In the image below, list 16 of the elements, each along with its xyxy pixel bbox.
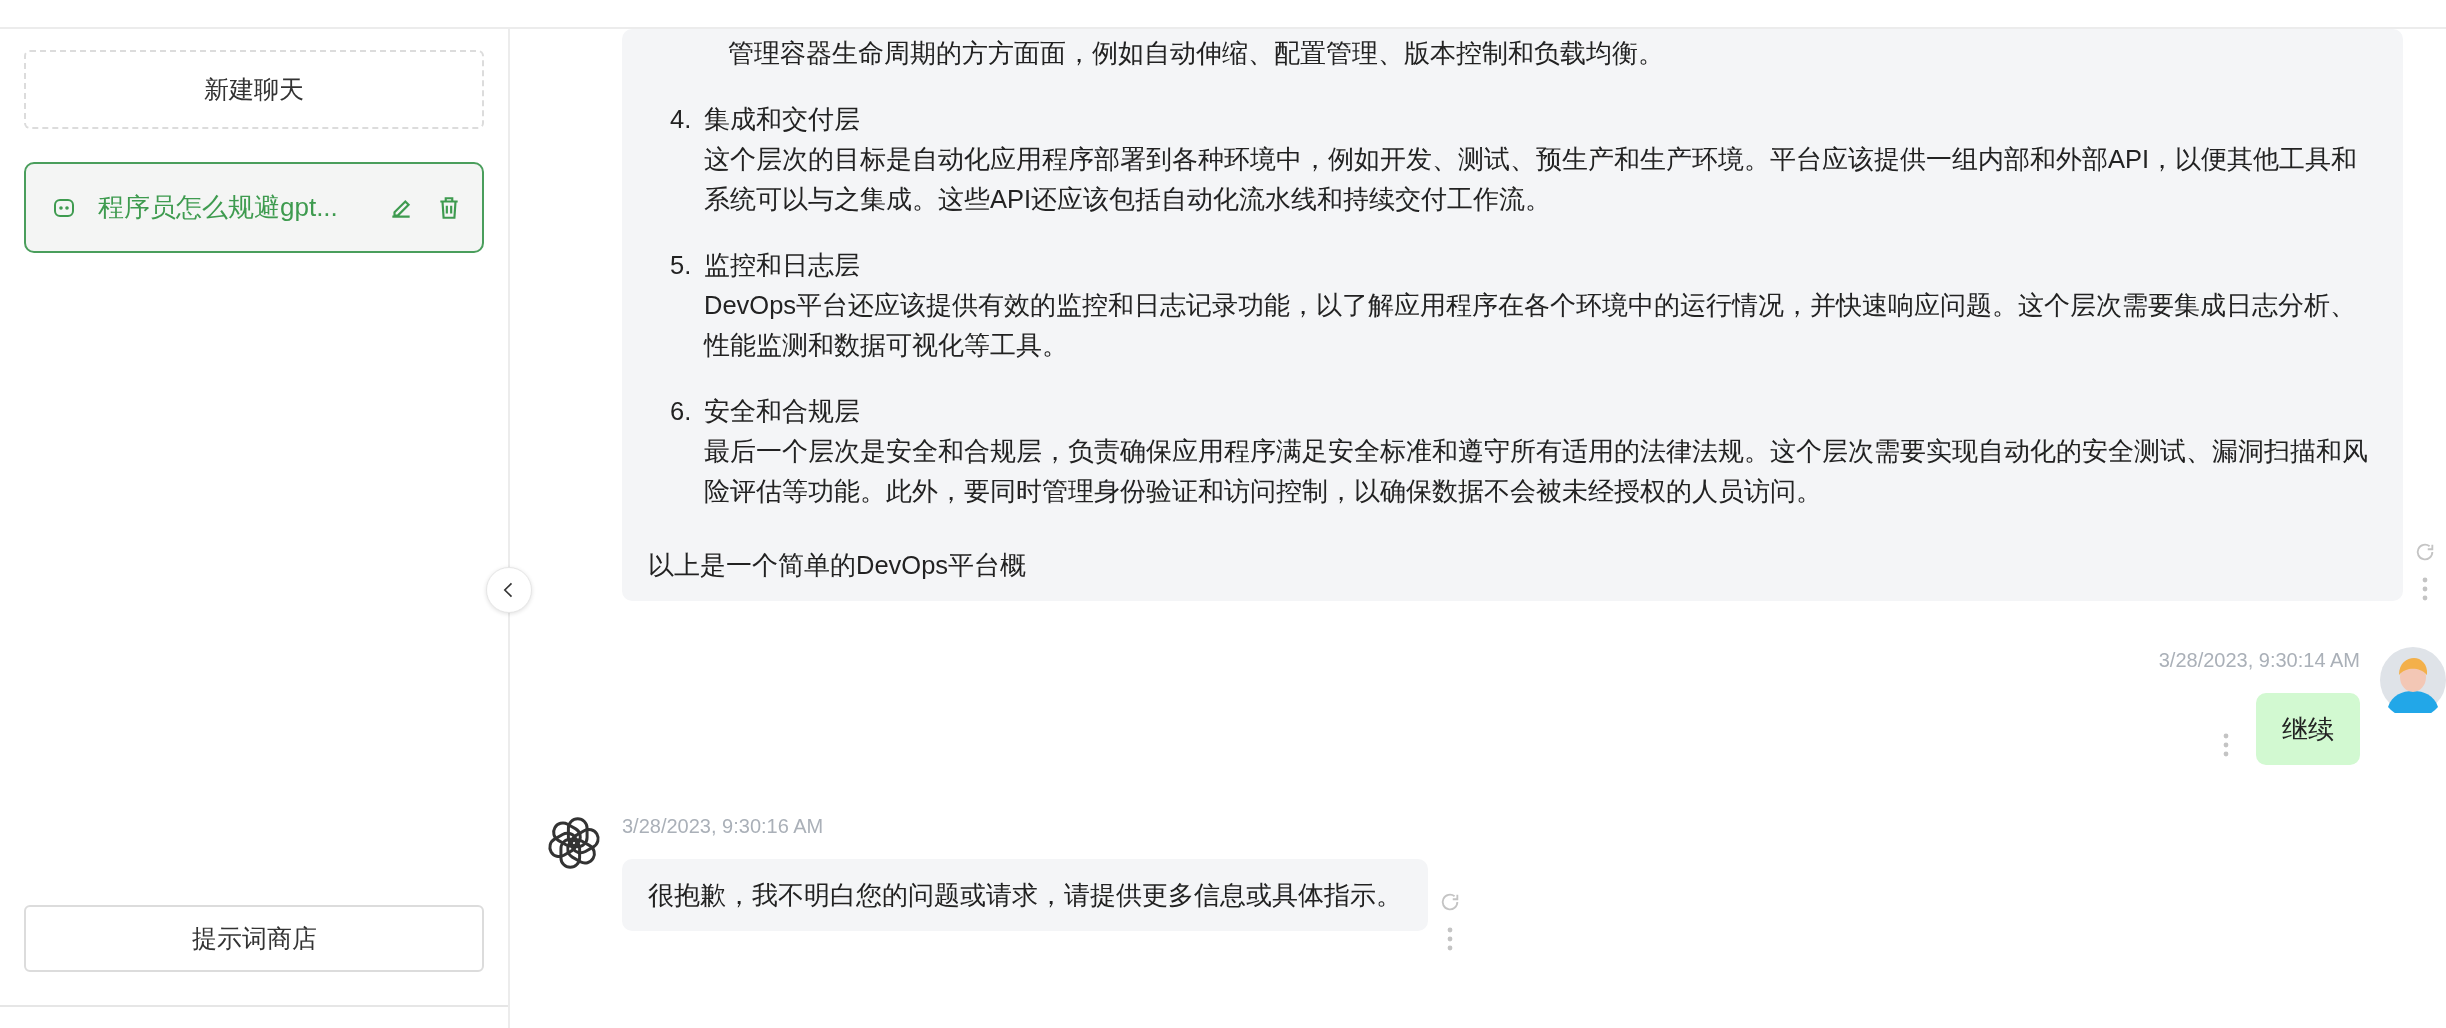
- assistant-message: 管理容器生命周期的方方面面，例如自动伸缩、配置管理、版本控制和负载均衡。 4. 集成和交付层 这个层次的目标是自动化应用程序部署到各种环境中，例如开发、测试、预生产和生产环境。平台应该提供一组内部和外部API，以便其他工具和系统可以与之集成。这些API还应该包括自动化流水线和持续交付工作流。 5. 监控和日志层 DevOps平台还应该提供有效的监控和日志记录功能，以了解应用程序在各个环境中的运行情况，并快速响应问题。这个层次需要集成日志分析、性能监测和数据可视化等工具。 6. 安全和合规层 最后一个层次是安全和合规层，负责确保应用程序满足安全标准和遵守所有适用的法律法规。这个层次需要实现自动化的安全测试、漏洞扫描和风险评估等功能。此外，要同时管理身份验证和访问控制，以确保数据不会被未经授权的人员访问。 以上是一个简单的DevOps平台概: [622, 29, 2403, 601]
- new-chat-button[interactable]: 新建聊天: [24, 50, 484, 129]
- more-icon[interactable]: [2223, 733, 2229, 757]
- assistant-message: 很抱歉，我不明白您的问题或请求，请提供更多信息或具体指示。: [622, 859, 1428, 931]
- message-timestamp: 3/28/2023, 9:30:14 AM: [2158, 648, 2360, 673]
- user-message: 继续: [2256, 693, 2360, 765]
- refresh-icon[interactable]: [1439, 891, 1461, 913]
- prompt-store-button[interactable]: 提示词商店: [24, 905, 484, 972]
- refresh-icon[interactable]: [2414, 541, 2436, 563]
- collapse-sidebar-button[interactable]: [486, 567, 532, 613]
- message-timestamp: 3/28/2023, 9:30:16 AM: [622, 814, 824, 839]
- more-icon[interactable]: [1447, 927, 1453, 951]
- avatar: [2380, 647, 2446, 713]
- knot-logo-icon: [546, 815, 602, 871]
- more-icon[interactable]: [2422, 577, 2428, 601]
- conversation-title: 程序员怎么规避gpt...: [98, 191, 339, 224]
